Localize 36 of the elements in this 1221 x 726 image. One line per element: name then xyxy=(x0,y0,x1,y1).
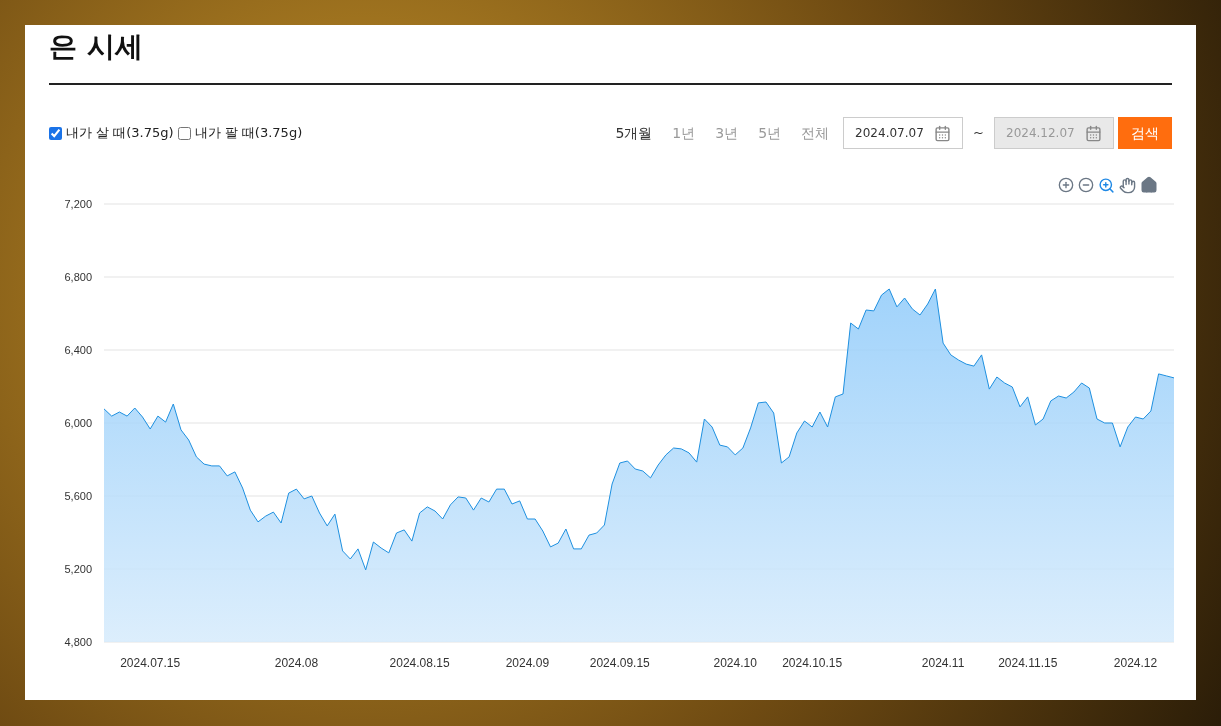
period-tab[interactable]: 3년 xyxy=(715,122,739,144)
x-axis-label: 2024.10.15 xyxy=(782,656,843,670)
zoom-out-icon[interactable] xyxy=(1078,177,1094,193)
filter-checkbox[interactable] xyxy=(177,126,191,140)
x-axis-label: 2024.08 xyxy=(274,656,319,670)
x-axis-label: 2024.09 xyxy=(505,656,550,670)
period-tab[interactable]: 5년 xyxy=(758,122,782,144)
period-tab[interactable]: 전체 xyxy=(801,122,830,144)
filter-label: 내가 팔 때(3.75g) xyxy=(194,124,303,143)
x-axis-label: 2024.11.15 xyxy=(998,656,1058,670)
y-axis-label: 7,200 xyxy=(64,198,92,210)
filter-label: 내가 살 때(3.75g) xyxy=(66,124,174,143)
x-axis-label: 2024.11 xyxy=(921,656,965,670)
search-button[interactable]: 검색 xyxy=(1118,117,1172,149)
x-axis-label: 2024.12 xyxy=(1113,656,1158,670)
x-axis-label: 2024.07.15 xyxy=(120,656,181,670)
x-axis-label: 2024.08.15 xyxy=(389,656,450,670)
zoom-in-icon[interactable] xyxy=(1058,177,1074,193)
date-field[interactable]: 2024.07.07 xyxy=(843,117,964,149)
y-axis-label: 6,000 xyxy=(64,417,92,429)
y-axis-label: 5,200 xyxy=(64,563,92,575)
range-separator: ~ xyxy=(973,124,984,143)
x-axis-label: 2024.10 xyxy=(713,656,757,670)
magnifier-icon[interactable] xyxy=(1098,176,1115,194)
y-axis-label: 4,800 xyxy=(64,636,92,648)
period-tab[interactable]: 5개월 xyxy=(615,122,653,144)
hand-icon[interactable] xyxy=(1119,176,1136,194)
page-title: 은 시세 xyxy=(49,29,144,65)
x-axis-label: 2024.09.15 xyxy=(589,656,650,670)
y-axis-label: 5,600 xyxy=(64,490,92,502)
filter-checkbox[interactable] xyxy=(49,126,62,140)
calendar-icon[interactable] xyxy=(934,124,952,142)
y-axis-label: 6,800 xyxy=(64,271,92,283)
y-axis-label: 6,400 xyxy=(64,344,92,356)
home-icon[interactable] xyxy=(1140,176,1158,194)
period-tab[interactable]: 1년 xyxy=(672,122,696,144)
